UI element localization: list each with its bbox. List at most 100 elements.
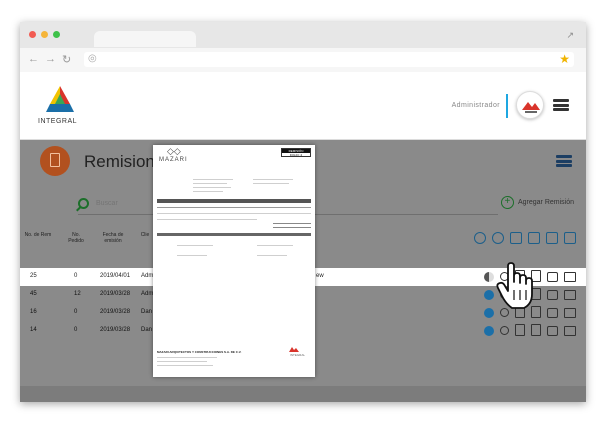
preview-signature-line [257, 255, 287, 256]
cell-cliente: Adm [141, 273, 154, 279]
preview-folio-badge: REMISIÓN FOLIO: 2 [281, 148, 311, 157]
search-icon [78, 198, 89, 209]
mail-header-icon [546, 232, 558, 244]
minimize-window-button[interactable] [41, 31, 48, 38]
mail-icon[interactable] [547, 289, 558, 300]
preview-total-line [273, 223, 311, 224]
view-icon[interactable] [500, 326, 509, 335]
integral-mini-logo-icon [289, 347, 299, 352]
row-actions [484, 324, 576, 336]
preview-text-line [193, 183, 227, 184]
message-icon[interactable] [564, 307, 576, 318]
maximize-window-button[interactable] [53, 31, 60, 38]
brand-name: INTEGRAL [38, 118, 78, 125]
cell-pedido: 0 [74, 327, 78, 333]
integral-triangle-icon [46, 86, 74, 112]
status-icon [484, 289, 494, 300]
message-icon[interactable] [564, 271, 576, 282]
integral-logo[interactable]: INTEGRAL [38, 84, 94, 130]
message-icon[interactable] [564, 289, 576, 300]
cell-fecha: 2019/03/28 [100, 291, 131, 297]
forward-arrow-icon[interactable]: → [45, 53, 56, 66]
preview-text-line [157, 361, 207, 362]
cell-fecha: 2019/03/28 [100, 309, 131, 315]
browser-nav-row: ← → ↻ ◎ ★ [20, 48, 586, 72]
cell-cliente: Adm [141, 291, 154, 297]
mazari-logo-icon: ◇◇ [167, 146, 181, 156]
preview-signature-line [257, 245, 293, 246]
nav-buttons: ← → ↻ [28, 53, 71, 66]
column-header-pedido: No. Pedido [68, 232, 84, 244]
preview-table-row [157, 213, 311, 214]
settings-icon [474, 232, 486, 244]
app-header: INTEGRAL Administrador [20, 72, 586, 140]
preview-text-line [193, 187, 231, 188]
preview-integral-text: INTEGRAL [289, 353, 305, 357]
status-icon [484, 271, 494, 282]
cell-fecha: 2019/03/28 [100, 327, 131, 333]
mail-icon[interactable] [547, 307, 558, 318]
footer-strip [20, 386, 586, 402]
preview-table-header [157, 199, 311, 203]
cell-rem: 45 [30, 291, 37, 297]
preview-text-line [193, 179, 233, 180]
cell-rem: 14 [30, 327, 37, 333]
company-logo-icon [522, 102, 540, 113]
preview-text-line [157, 219, 257, 220]
pdf-icon[interactable] [531, 324, 541, 336]
preview-text-line [193, 191, 223, 192]
preview-company-name: MAZARI ARQUITECTOS Y CONSTRUCCIONES S.A.… [157, 350, 242, 354]
search-header-icon [492, 232, 504, 244]
cell-pedido: 0 [74, 273, 78, 279]
message-icon[interactable] [564, 325, 576, 336]
cell-cliente: Dan [141, 327, 153, 333]
message-header-icon [564, 232, 576, 244]
status-icon [484, 325, 494, 336]
preview-total-line [273, 227, 311, 228]
preview-text-line [157, 357, 217, 358]
globe-icon: ◎ [88, 53, 97, 64]
document-icon[interactable] [515, 324, 525, 336]
avatar[interactable] [516, 91, 544, 119]
bookmark-star-icon[interactable]: ★ [559, 52, 570, 66]
preview-separator [157, 233, 311, 236]
menu-icon[interactable] [553, 99, 569, 111]
cell-cliente: Dan [141, 309, 153, 315]
preview-text-line [157, 365, 213, 366]
preview-table-row [157, 207, 311, 208]
header-divider [506, 94, 508, 118]
add-remision-label: Agregar Remisión [517, 199, 574, 206]
document-icon [40, 146, 70, 176]
column-header-fecha: Fecha de emisión [102, 232, 124, 244]
cell-rem: 25 [30, 273, 37, 279]
preview-brand: MAZARI [159, 157, 188, 163]
back-arrow-icon[interactable]: ← [28, 53, 39, 66]
preview-signature-line [177, 255, 207, 256]
preview-text-line [253, 183, 289, 184]
remision-preview[interactable]: ◇◇ MAZARI REMISIÓN FOLIO: 2 MAZARI ARQUI… [153, 145, 315, 377]
add-remision-button[interactable]: + Agregar Remisión [500, 196, 574, 209]
column-header-cliente: Clie [140, 232, 150, 238]
document-header-icon [510, 232, 522, 244]
mail-icon[interactable] [547, 325, 558, 336]
cell-rem: 16 [30, 309, 37, 315]
pdf-header-icon [528, 232, 540, 244]
preview-text-line [253, 179, 293, 180]
hamburger-menu-icon[interactable] [556, 155, 572, 167]
browser-tab[interactable] [94, 31, 196, 47]
hand-cursor-icon [496, 262, 533, 309]
cell-pedido: 12 [74, 291, 81, 297]
browser-chrome: ↗ ← → ↻ ◎ ★ [20, 22, 586, 72]
fullscreen-icon[interactable]: ↗ [566, 30, 574, 41]
preview-badge-folio: FOLIO: 2 [289, 153, 303, 157]
close-window-button[interactable] [29, 31, 36, 38]
user-name: Administrador [451, 102, 500, 109]
address-bar[interactable]: ◎ ★ [84, 52, 574, 67]
cell-pedido: 0 [74, 309, 78, 315]
mail-icon[interactable] [547, 271, 558, 282]
window-controls [29, 31, 60, 38]
header-action-icons [474, 232, 576, 244]
reload-icon[interactable]: ↻ [62, 53, 71, 66]
cell-fecha: 2019/04/01 [100, 273, 131, 279]
plus-icon: + [500, 196, 514, 209]
